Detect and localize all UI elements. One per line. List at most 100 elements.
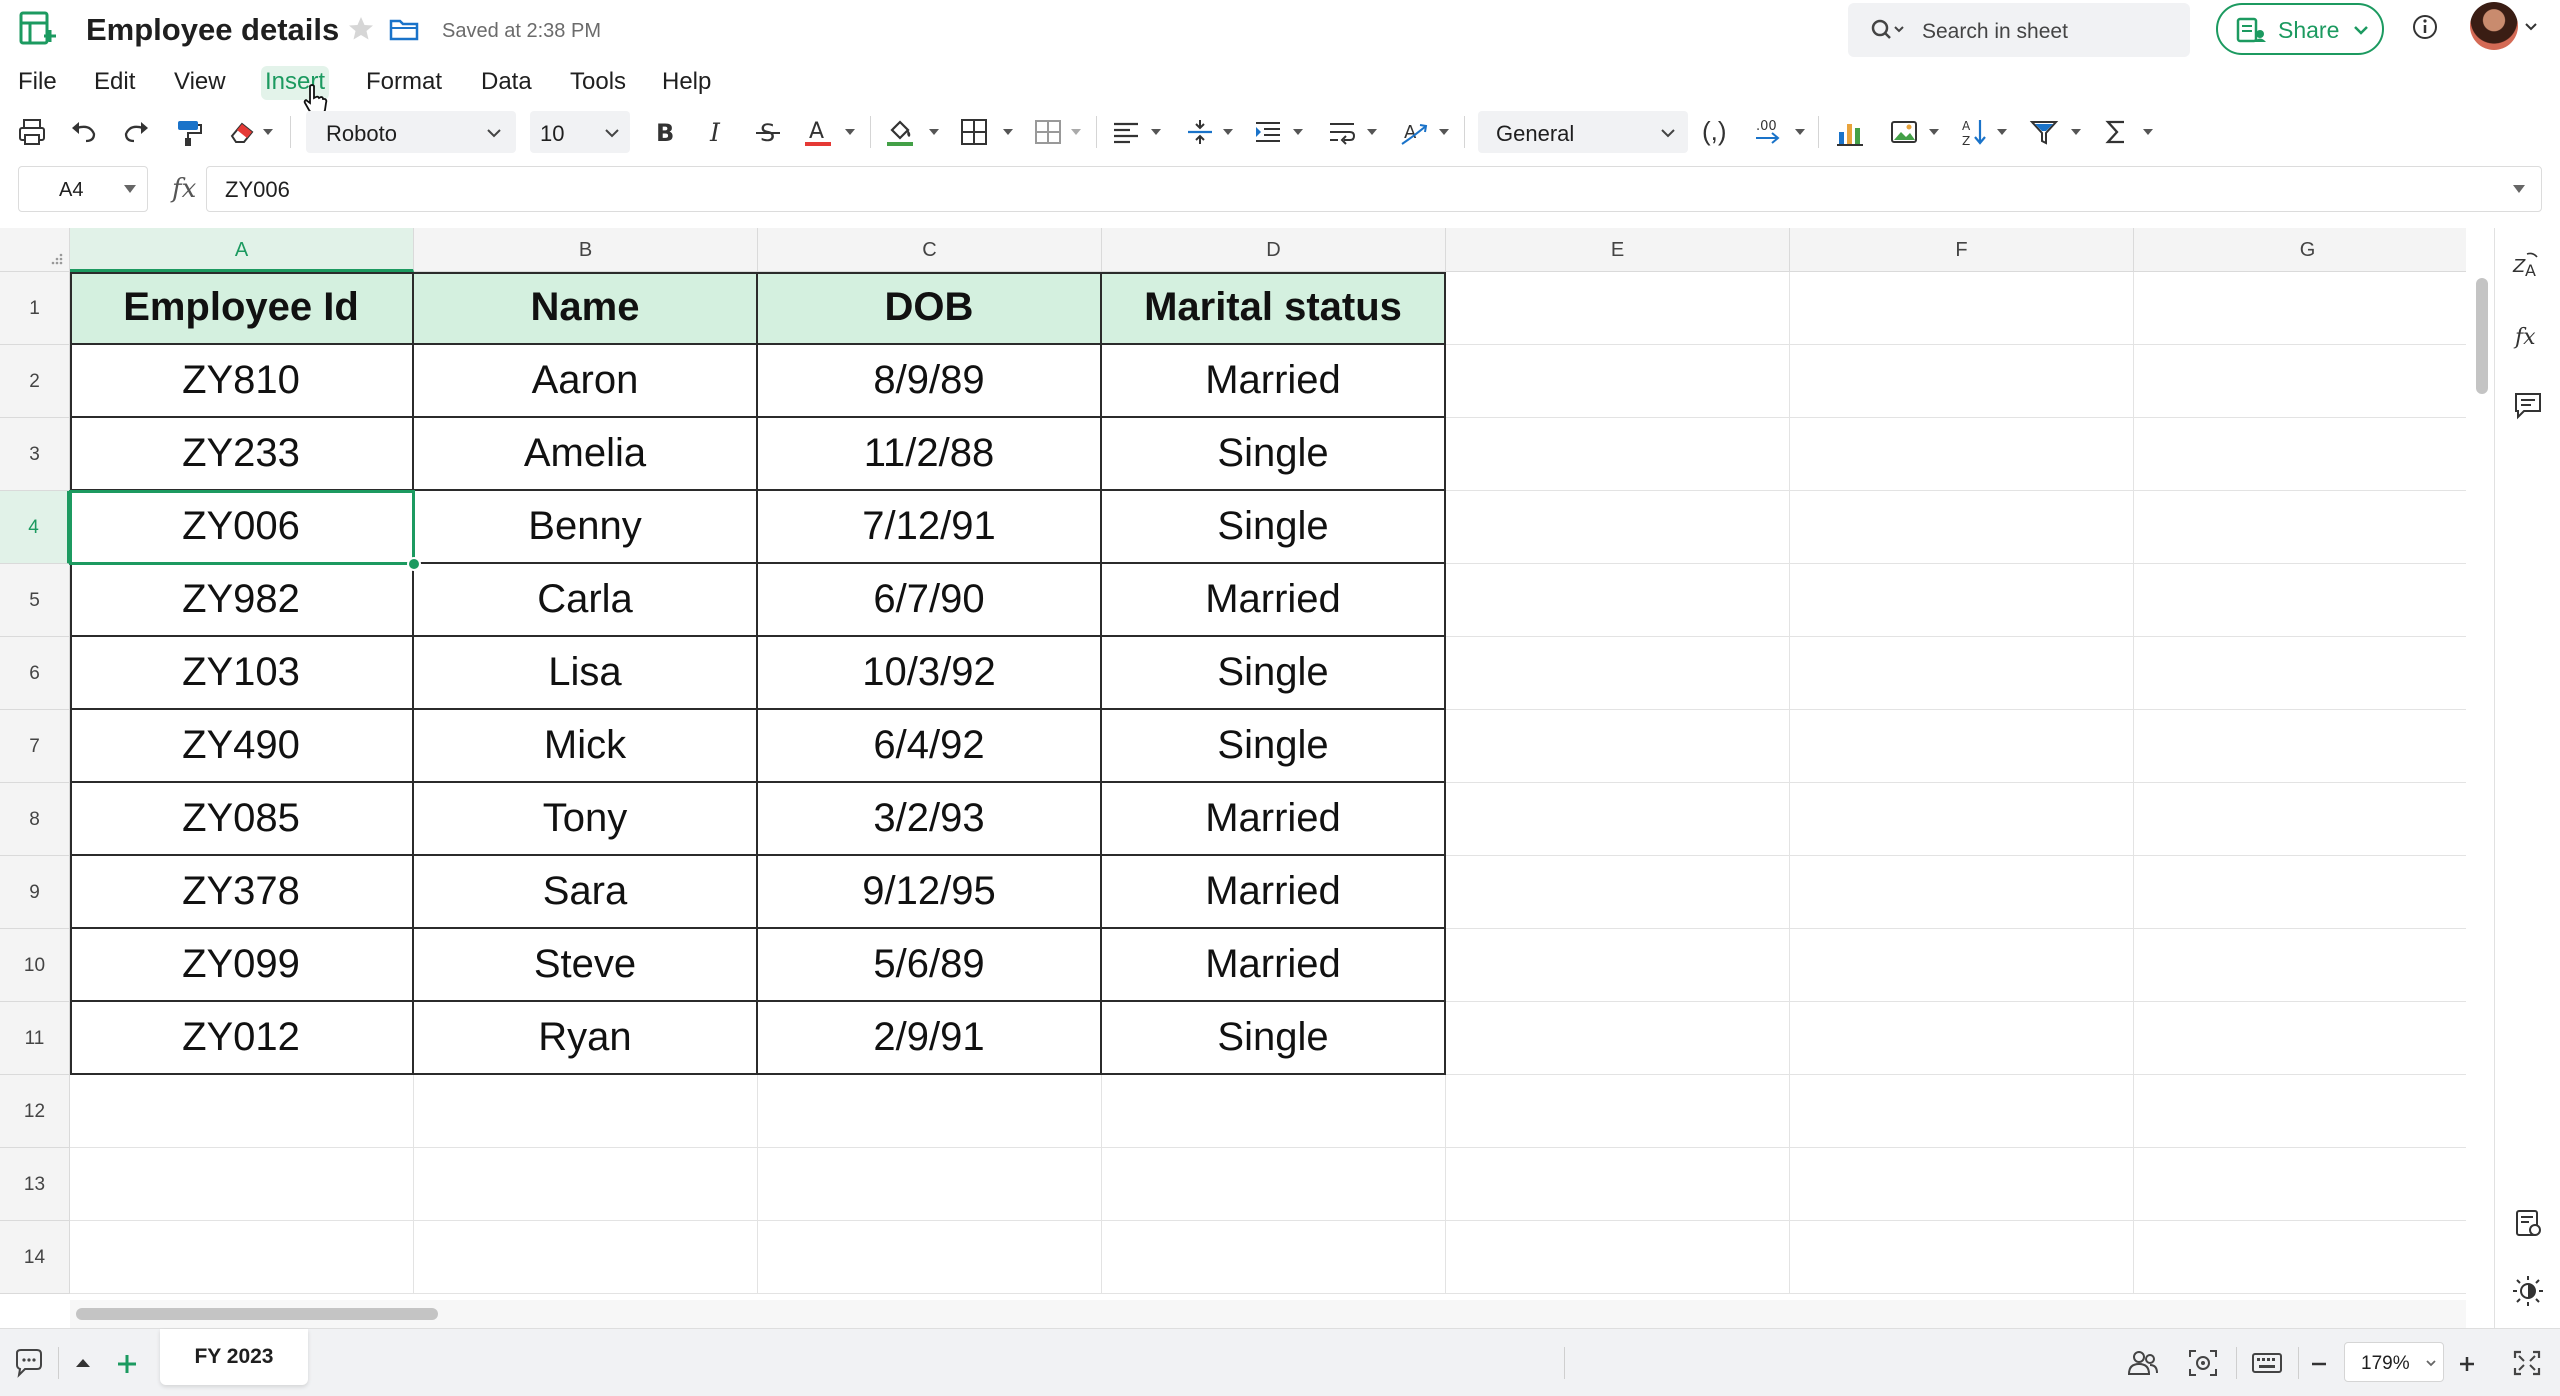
menu-format[interactable]: Format bbox=[362, 66, 446, 100]
empty-cell[interactable] bbox=[1446, 1002, 1790, 1075]
bold-icon[interactable]: B bbox=[648, 116, 680, 148]
chevron-down-icon[interactable] bbox=[1928, 128, 1940, 136]
empty-cell[interactable] bbox=[1446, 345, 1790, 418]
chevron-down-icon[interactable] bbox=[844, 128, 856, 136]
empty-cell[interactable] bbox=[2134, 491, 2466, 564]
row-header-3[interactable]: 3 bbox=[0, 418, 70, 491]
empty-cell[interactable] bbox=[1790, 418, 2134, 491]
empty-cell[interactable] bbox=[70, 1221, 414, 1294]
menu-view[interactable]: View bbox=[170, 66, 230, 100]
table-cell[interactable]: Tony bbox=[414, 783, 758, 856]
sheet-app-logo-icon[interactable] bbox=[18, 10, 60, 50]
chevron-down-icon[interactable] bbox=[2070, 128, 2082, 136]
decimal-places-icon[interactable]: .00 bbox=[1752, 116, 1784, 148]
star-icon[interactable] bbox=[346, 14, 376, 44]
empty-cell[interactable] bbox=[1446, 783, 1790, 856]
spreadsheet-grid[interactable]: A B C D E F G 1 Employee Id Name DOB Marital status… bbox=[0, 228, 2466, 1300]
row-header-4[interactable]: 4 bbox=[0, 491, 70, 564]
empty-cell[interactable] bbox=[1790, 564, 2134, 637]
table-cell[interactable]: Single bbox=[1102, 418, 1446, 491]
indent-icon[interactable] bbox=[1252, 116, 1284, 148]
row-header-13[interactable]: 13 bbox=[0, 1148, 70, 1221]
sheet-list-up-icon[interactable] bbox=[70, 1347, 96, 1379]
chevron-down-icon[interactable] bbox=[928, 128, 940, 136]
filter-icon[interactable] bbox=[2028, 116, 2060, 148]
table-cell[interactable]: Sara bbox=[414, 856, 758, 929]
empty-cell[interactable] bbox=[1446, 710, 1790, 783]
table-cell[interactable]: ZY490 bbox=[70, 710, 414, 783]
clear-format-icon[interactable] bbox=[226, 116, 258, 148]
table-cell[interactable]: ZY233 bbox=[70, 418, 414, 491]
menu-help[interactable]: Help bbox=[658, 66, 715, 100]
table-cell[interactable]: Married bbox=[1102, 783, 1446, 856]
table-cell[interactable]: Single bbox=[1102, 637, 1446, 710]
empty-cell[interactable] bbox=[758, 1148, 1102, 1221]
zoom-in-icon[interactable] bbox=[2454, 1347, 2480, 1379]
sheet-tab-fy-2023[interactable]: FY 2023 bbox=[160, 1329, 308, 1385]
row-header-6[interactable]: 6 bbox=[0, 637, 70, 710]
document-title[interactable]: Employee details bbox=[86, 12, 339, 48]
row-header-11[interactable]: 11 bbox=[0, 1002, 70, 1075]
font-family-select[interactable]: Roboto bbox=[306, 111, 516, 153]
empty-cell[interactable] bbox=[1790, 783, 2134, 856]
empty-cell[interactable] bbox=[1102, 1075, 1446, 1148]
table-cell[interactable]: 11/2/88 bbox=[758, 418, 1102, 491]
menu-tools[interactable]: Tools bbox=[566, 66, 630, 100]
table-cell[interactable]: Aaron bbox=[414, 345, 758, 418]
empty-cell[interactable] bbox=[1102, 1221, 1446, 1294]
text-rotation-icon[interactable]: A bbox=[1398, 116, 1430, 148]
row-header-14[interactable]: 14 bbox=[0, 1221, 70, 1294]
column-header-c[interactable]: C bbox=[758, 228, 1102, 272]
print-icon[interactable] bbox=[16, 116, 48, 148]
function-panel-icon[interactable]: fx bbox=[2511, 318, 2545, 352]
table-cell[interactable]: Married bbox=[1102, 345, 1446, 418]
cell-reference-box[interactable]: A4 bbox=[18, 166, 148, 212]
keyboard-icon[interactable] bbox=[2250, 1347, 2284, 1379]
table-cell[interactable]: Carla bbox=[414, 564, 758, 637]
zoom-out-icon[interactable] bbox=[2306, 1347, 2332, 1379]
horizontal-align-icon[interactable] bbox=[1110, 116, 1142, 148]
empty-cell[interactable] bbox=[1102, 1148, 1446, 1221]
table-cell[interactable]: ZY012 bbox=[70, 1002, 414, 1075]
table-cell[interactable]: 2/9/91 bbox=[758, 1002, 1102, 1075]
comma-style-button[interactable]: (,) bbox=[1702, 116, 1727, 147]
empty-cell[interactable] bbox=[1446, 272, 1790, 345]
merge-cells-icon[interactable] bbox=[1032, 116, 1064, 148]
collaborators-icon[interactable] bbox=[2126, 1347, 2160, 1379]
table-cell[interactable]: Single bbox=[1102, 491, 1446, 564]
empty-cell[interactable] bbox=[1790, 1148, 2134, 1221]
empty-cell[interactable] bbox=[1790, 637, 2134, 710]
fullscreen-icon[interactable] bbox=[2510, 1347, 2544, 1379]
empty-cell[interactable] bbox=[758, 1221, 1102, 1294]
add-sheet-icon[interactable] bbox=[112, 1347, 142, 1379]
table-cell[interactable]: 10/3/92 bbox=[758, 637, 1102, 710]
table-cell[interactable]: ZY982 bbox=[70, 564, 414, 637]
empty-cell[interactable] bbox=[2134, 1075, 2466, 1148]
table-cell[interactable]: ZY085 bbox=[70, 783, 414, 856]
row-header-12[interactable]: 12 bbox=[0, 1075, 70, 1148]
empty-cell[interactable] bbox=[1790, 272, 2134, 345]
row-header-2[interactable]: 2 bbox=[0, 345, 70, 418]
column-header-d[interactable]: D bbox=[1102, 228, 1446, 272]
table-cell[interactable]: Married bbox=[1102, 856, 1446, 929]
empty-cell[interactable] bbox=[2134, 1148, 2466, 1221]
table-cell[interactable]: 5/6/89 bbox=[758, 929, 1102, 1002]
empty-cell[interactable] bbox=[414, 1221, 758, 1294]
empty-cell[interactable] bbox=[1790, 856, 2134, 929]
chevron-down-icon[interactable] bbox=[1292, 128, 1304, 136]
comments-icon[interactable] bbox=[2511, 388, 2545, 422]
fill-color-icon[interactable] bbox=[884, 116, 916, 148]
empty-cell[interactable] bbox=[1790, 345, 2134, 418]
chevron-down-icon[interactable] bbox=[1794, 128, 1806, 136]
row-header-5[interactable]: 5 bbox=[0, 564, 70, 637]
row-header-1[interactable]: 1 bbox=[0, 272, 70, 345]
empty-cell[interactable] bbox=[2134, 710, 2466, 783]
empty-cell[interactable] bbox=[1790, 710, 2134, 783]
formula-input[interactable]: ZY006 bbox=[206, 166, 2542, 212]
menu-data[interactable]: Data bbox=[477, 66, 536, 100]
horizontal-scroll-thumb[interactable] bbox=[76, 1308, 438, 1320]
table-cell[interactable]: Mick bbox=[414, 710, 758, 783]
empty-cell[interactable] bbox=[1790, 1002, 2134, 1075]
empty-cell[interactable] bbox=[2134, 929, 2466, 1002]
italic-icon[interactable]: I bbox=[700, 116, 732, 148]
